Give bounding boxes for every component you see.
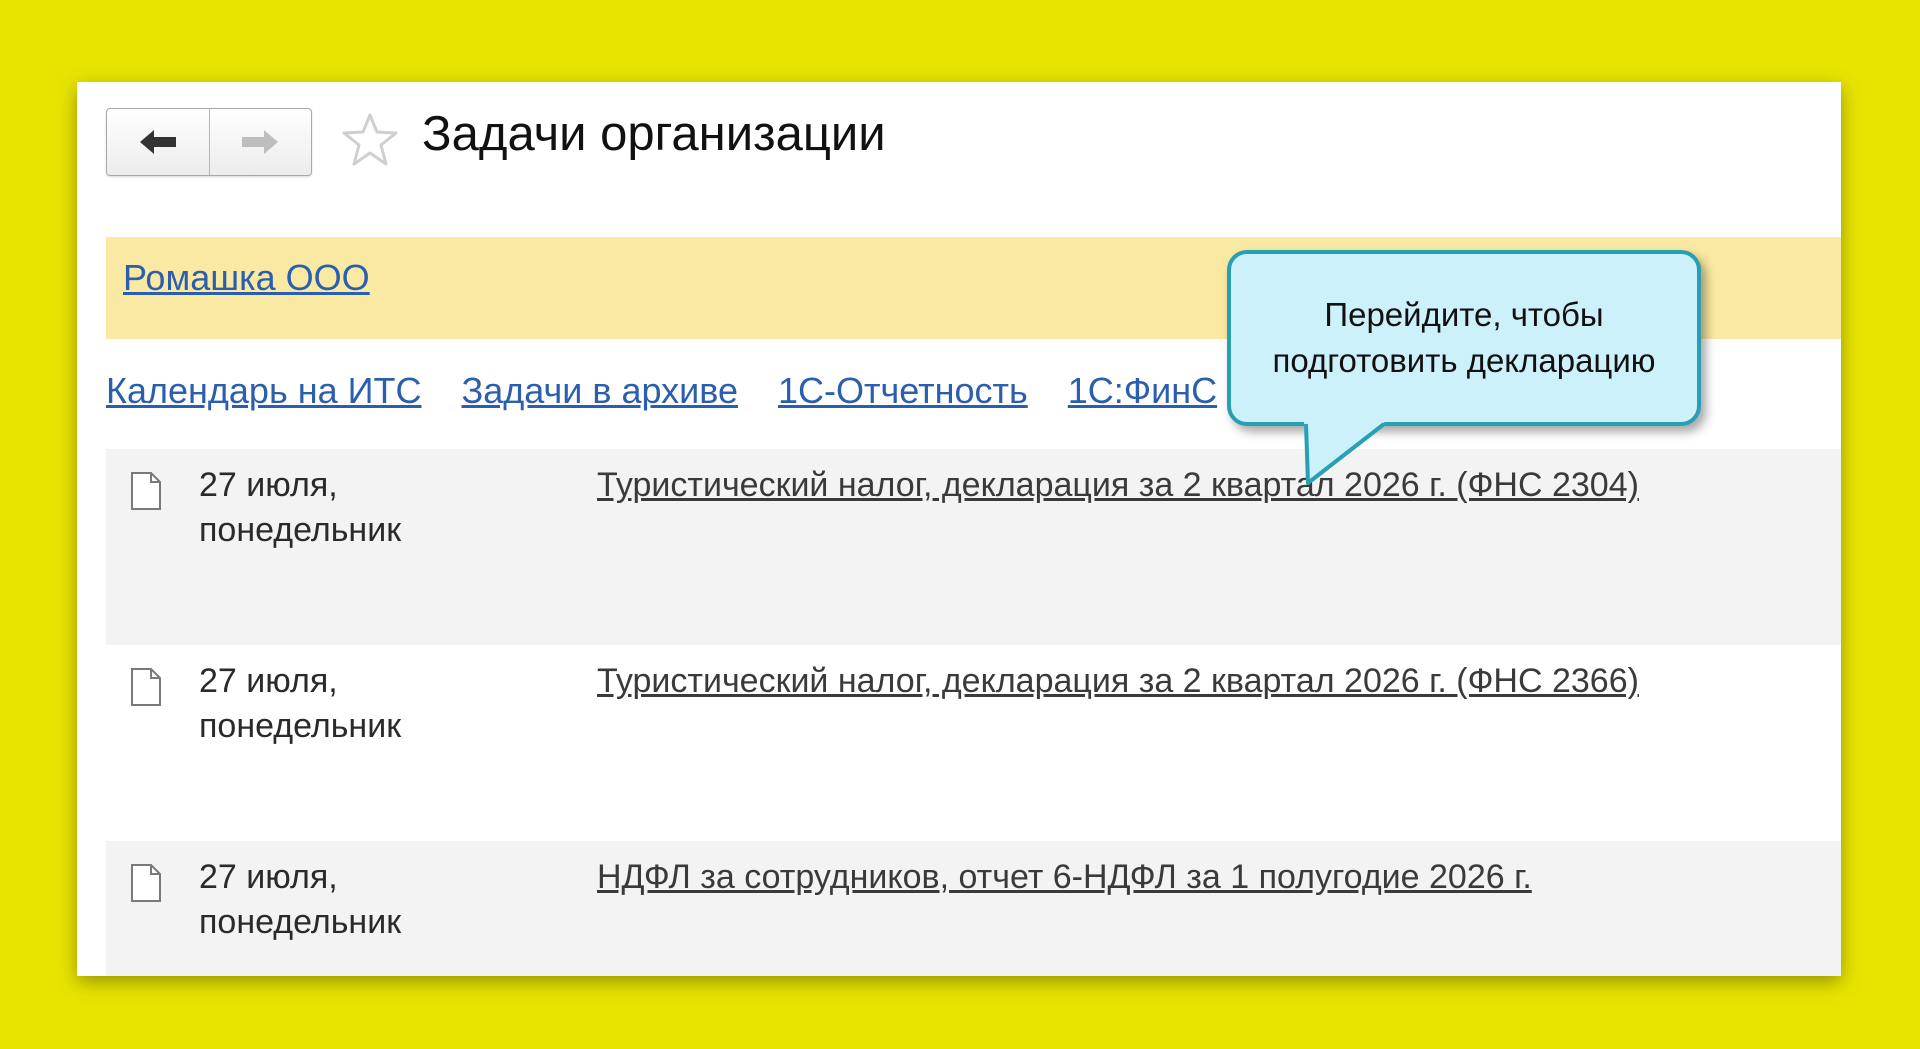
document-icon — [131, 668, 161, 706]
task-date: 27 июля, понедельник — [199, 466, 402, 549]
document-icon — [131, 864, 161, 902]
task-date: 27 июля, понедельник — [199, 858, 402, 941]
task-link[interactable]: Туристический налог, декларация за 2 ква… — [597, 659, 1639, 704]
table-row: 27 июля, понедельник Туристический налог… — [106, 645, 1841, 841]
star-outline-icon — [342, 113, 398, 166]
table-row: 27 июля, понедельник НДФЛ за сотрудников… — [106, 841, 1841, 976]
link-archived-tasks[interactable]: Задачи в архиве — [462, 370, 739, 411]
link-1c-fin[interactable]: 1С:ФинС — [1068, 370, 1217, 411]
task-link[interactable]: Туристический налог, декларация за 2 ква… — [597, 463, 1639, 508]
task-link[interactable]: НДФЛ за сотрудников, отчет 6-НДФЛ за 1 п… — [597, 855, 1532, 900]
callout-pointer — [1304, 421, 1386, 485]
document-icon — [131, 472, 161, 510]
back-button[interactable] — [107, 109, 209, 175]
quick-links: Календарь на ИТС Задачи в архиве 1С-Отче… — [106, 370, 1306, 412]
arrow-right-icon — [242, 130, 279, 154]
link-1c-reporting[interactable]: 1С-Отчетность — [778, 370, 1028, 411]
task-date: 27 июля, понедельник — [199, 662, 402, 745]
table-row: 27 июля, понедельник Туристический налог… — [106, 449, 1841, 645]
callout-tooltip: Перейдите, чтобы подготовить декларацию — [1227, 250, 1701, 426]
navigation-buttons — [106, 108, 312, 176]
tasks-window: Задачи организации Ромашка ООО Календарь… — [77, 82, 1841, 976]
organization-link[interactable]: Ромашка ООО — [123, 257, 370, 299]
callout-text: Перейдите, чтобы подготовить декларацию — [1272, 296, 1656, 379]
arrow-left-icon — [139, 130, 176, 154]
forward-button[interactable] — [208, 109, 312, 175]
favorite-button[interactable] — [341, 112, 399, 173]
page-title: Задачи организации — [422, 107, 886, 161]
link-its-calendar[interactable]: Календарь на ИТС — [106, 370, 421, 411]
